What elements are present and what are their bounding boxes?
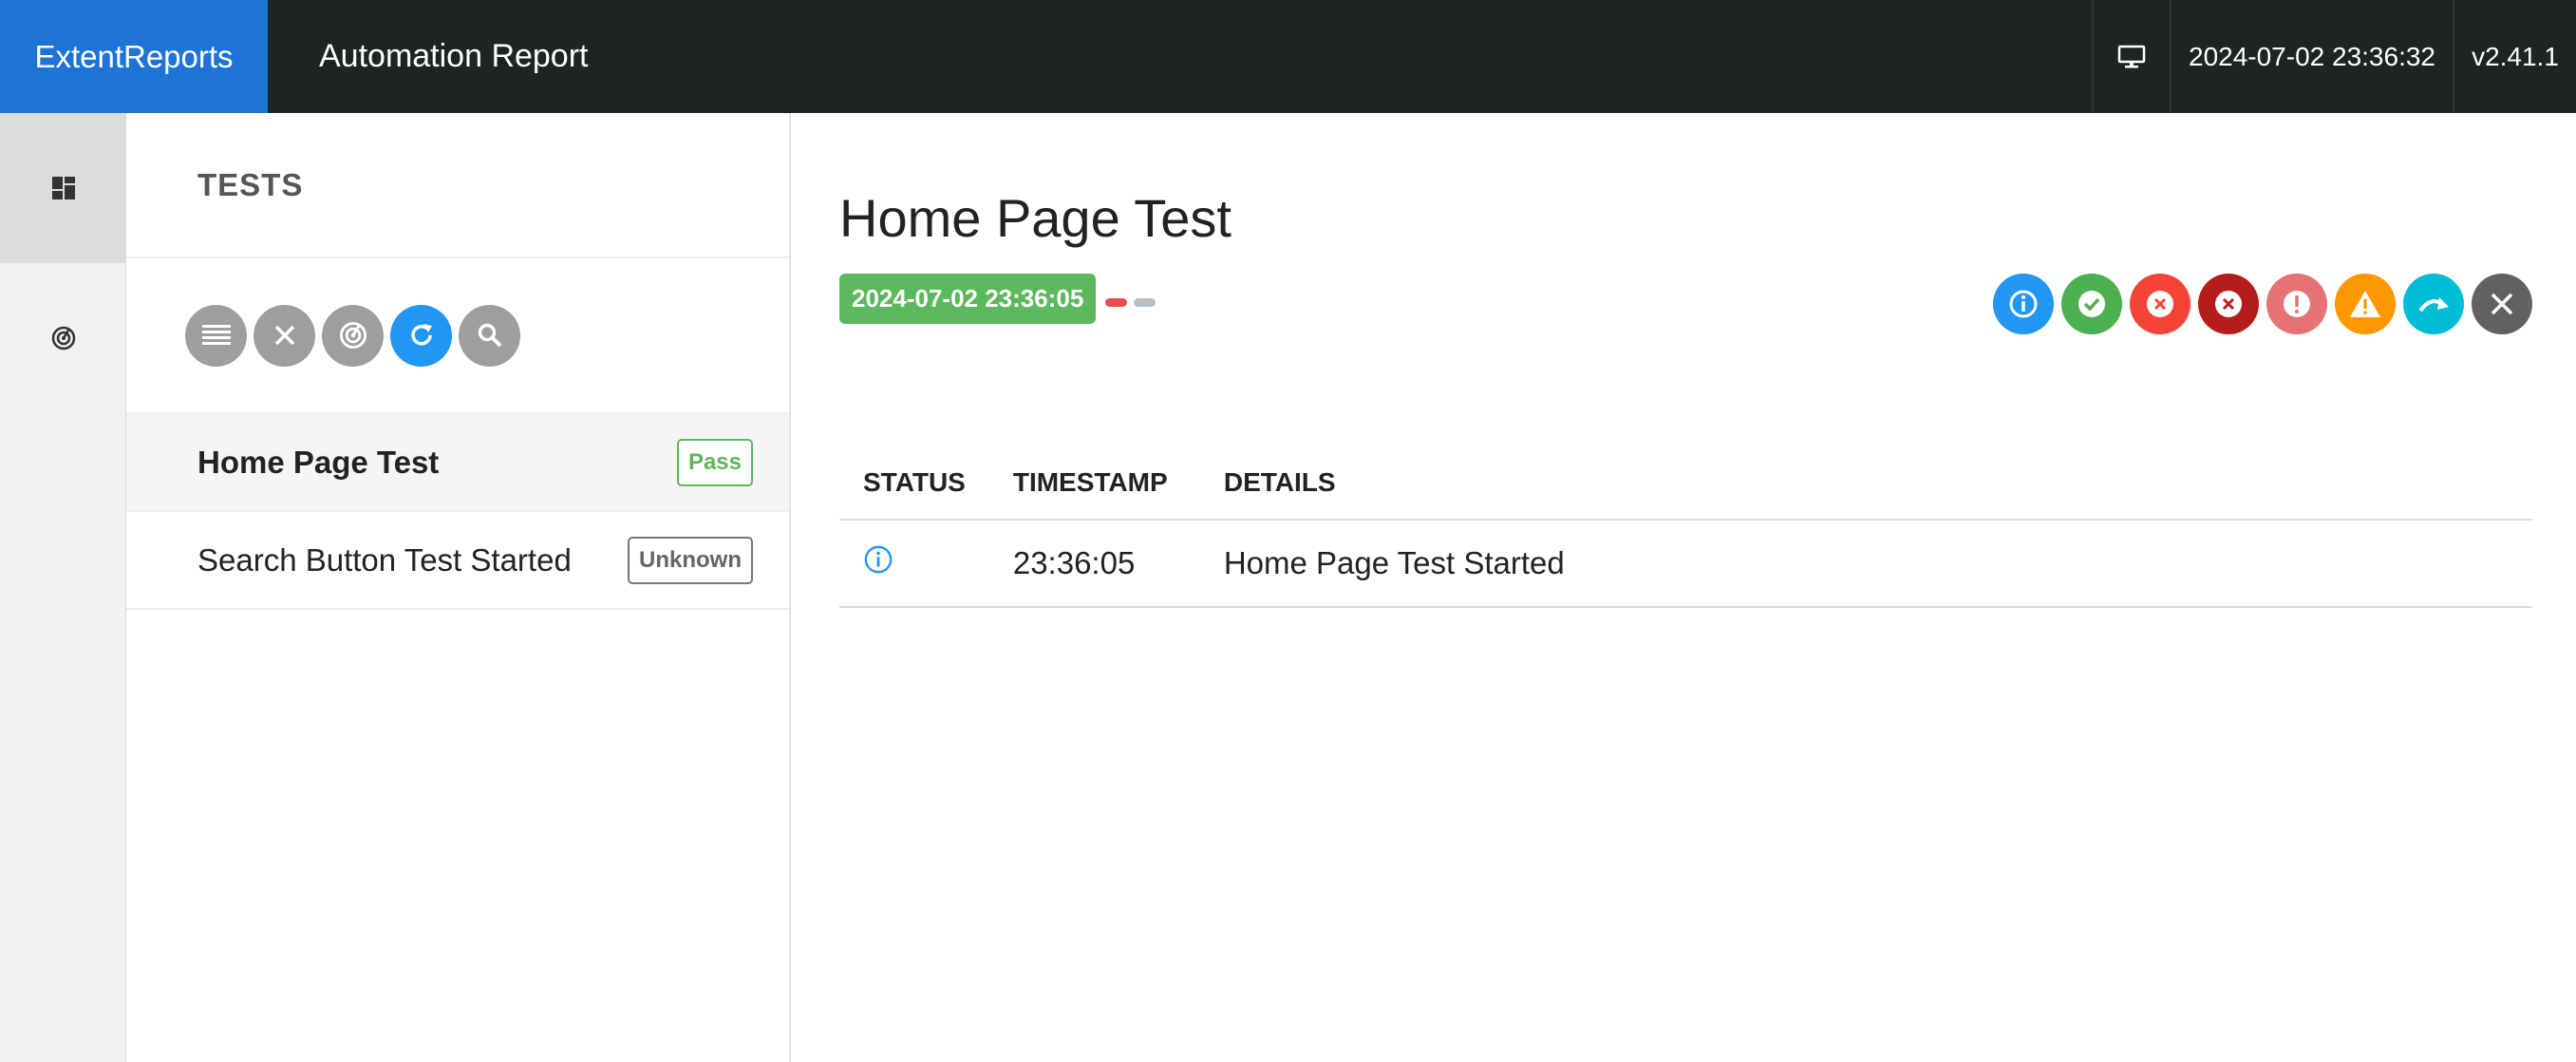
skip-indicator	[1134, 298, 1156, 307]
list-icon[interactable]	[185, 304, 247, 367]
test-name: Search Button Test Started	[197, 541, 572, 578]
details-cell: Home Page Test Started	[1199, 520, 2532, 608]
timestamp-cell: 23:36:05	[988, 520, 1200, 608]
test-toolbar	[126, 258, 789, 414]
rail-item-tests[interactable]	[0, 113, 126, 263]
status-badge: Unknown	[628, 536, 753, 584]
radar-icon[interactable]	[322, 304, 384, 367]
status-filters	[1993, 274, 2532, 334]
test-list-panel: TESTS Home Page Test Pass Search Button …	[126, 113, 791, 1062]
log-table: STATUS TIMESTAMP DETAILS 23:36:05 Home P…	[839, 446, 2532, 608]
column-header-details: DETAILS	[1199, 446, 2532, 521]
log-table-header: STATUS TIMESTAMP DETAILS	[839, 446, 2532, 521]
check-icon[interactable]	[2061, 274, 2122, 334]
info-icon	[864, 545, 893, 574]
column-header-timestamp: TIMESTAMP	[988, 446, 1200, 521]
fail-indicator	[1105, 298, 1127, 307]
report-datetime: 2024-07-02 23:36:32	[2170, 0, 2453, 113]
search-icon[interactable]	[459, 304, 520, 367]
start-time-badge: 2024-07-02 23:36:05	[839, 274, 1097, 324]
column-header-status: STATUS	[839, 446, 989, 521]
test-name: Home Page Test	[197, 444, 440, 480]
refresh-icon[interactable]	[390, 304, 452, 367]
brand-logo[interactable]: ExtentReports	[0, 0, 268, 113]
tests-header: TESTS	[126, 113, 789, 258]
close-icon[interactable]	[254, 304, 315, 367]
monitor-icon	[2092, 0, 2170, 113]
test-list-item[interactable]: Home Page Test Pass	[126, 414, 789, 512]
fail-icon[interactable]	[2130, 274, 2191, 334]
clear-icon[interactable]	[2472, 274, 2532, 334]
warning-icon[interactable]	[2335, 274, 2396, 334]
fatal-icon[interactable]	[2198, 274, 2259, 334]
dashboard-icon	[51, 177, 75, 199]
radar-icon	[51, 326, 75, 351]
report-name: Automation Report	[319, 38, 589, 74]
top-right-info: 2024-07-02 23:36:32 v2.41.1	[2092, 0, 2576, 113]
top-navbar: ExtentReports Automation Report 2024-07-…	[0, 0, 2576, 113]
status-badge: Pass	[676, 438, 753, 486]
side-rail	[0, 113, 126, 1062]
version-label: v2.41.1	[2453, 0, 2576, 113]
test-list-item[interactable]: Search Button Test Started Unknown	[126, 512, 789, 610]
table-row: 23:36:05 Home Page Test Started	[839, 520, 2532, 608]
status-cell	[839, 520, 989, 608]
test-detail-panel: Home Page Test 2024-07-02 23:36:05 STATU…	[839, 113, 2532, 1062]
skip-icon[interactable]	[2403, 274, 2464, 334]
info-icon[interactable]	[1993, 274, 2054, 334]
rail-item-dashboard[interactable]	[0, 263, 126, 413]
error-icon[interactable]	[2266, 274, 2327, 334]
test-title: Home Page Test	[839, 188, 1232, 248]
